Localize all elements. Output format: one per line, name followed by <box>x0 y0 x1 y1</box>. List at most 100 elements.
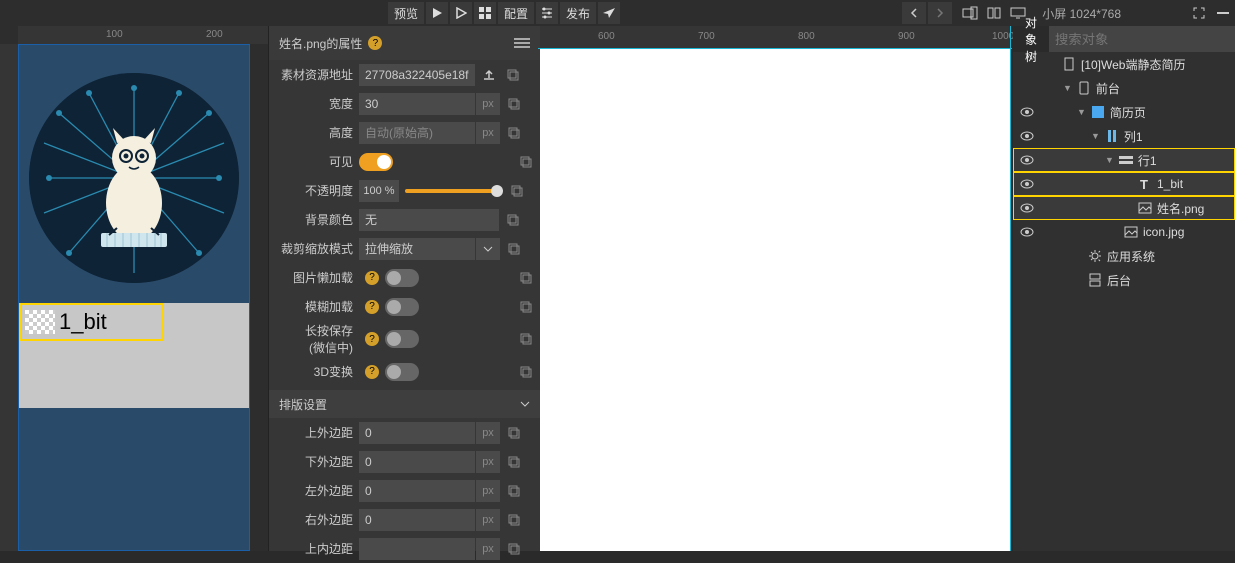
guide-line-h <box>538 48 1012 49</box>
panel-title: 姓名.png的属性 <box>279 35 362 52</box>
help-icon[interactable]: ? <box>365 332 379 346</box>
copy-icon[interactable] <box>507 181 527 201</box>
margin-bottom-input[interactable] <box>359 451 475 473</box>
viewport-label[interactable]: 小屏 1024*768 <box>1036 5 1127 22</box>
tree-item-app-system[interactable]: 应用系统 <box>1013 244 1235 268</box>
tree-search-input[interactable] <box>1049 26 1235 52</box>
upload-icon[interactable] <box>479 65 499 85</box>
help-icon[interactable]: ? <box>365 365 379 379</box>
tree-item-col1[interactable]: ▼ 列1 <box>1013 124 1235 148</box>
height-input[interactable] <box>359 122 475 144</box>
expand-icon[interactable] <box>1187 2 1211 24</box>
play-outline-icon[interactable] <box>450 2 472 24</box>
send-icon[interactable] <box>598 2 620 24</box>
split-h-icon[interactable] <box>982 2 1006 24</box>
unit-px[interactable]: px <box>476 122 500 144</box>
opacity-input[interactable] <box>359 180 399 202</box>
tree-expand-icon[interactable]: ▼ <box>1105 155 1114 165</box>
copy-icon[interactable] <box>516 329 536 349</box>
copy-icon[interactable] <box>516 297 536 317</box>
tree-item-row1[interactable]: ▼ 行1 <box>1013 148 1235 172</box>
blur-load-toggle[interactable] <box>385 298 419 316</box>
copy-icon[interactable] <box>504 481 524 501</box>
unit-px[interactable]: px <box>476 451 500 473</box>
copy-icon[interactable] <box>516 362 536 382</box>
label-3d-transform: 3D变换 <box>273 363 359 380</box>
minimize-icon[interactable] <box>1211 2 1235 24</box>
copy-icon[interactable] <box>504 539 524 559</box>
copy-icon[interactable] <box>503 210 523 230</box>
tree-item-1bit[interactable]: T 1_bit <box>1013 172 1235 196</box>
main-canvas[interactable] <box>540 48 1010 551</box>
unit-px[interactable]: px <box>476 93 500 115</box>
tree-item-front[interactable]: ▼ 前台 <box>1013 76 1235 100</box>
width-input[interactable] <box>359 93 475 115</box>
copy-icon[interactable] <box>504 123 524 143</box>
unit-px[interactable]: px <box>476 509 500 531</box>
canvas-stage[interactable]: 1_bit <box>18 44 250 551</box>
publish-button[interactable]: 发布 <box>560 2 596 24</box>
eye-icon[interactable] <box>1013 107 1041 117</box>
label-margin-bottom: 下外边距 <box>273 453 359 470</box>
asset-url-input[interactable] <box>359 64 475 86</box>
opacity-slider[interactable] <box>405 189 497 193</box>
transform3d-toggle[interactable] <box>385 363 419 381</box>
unit-px[interactable]: px <box>476 538 500 560</box>
tree-item-back[interactable]: 后台 <box>1013 268 1235 292</box>
nav-prev-icon[interactable] <box>902 2 926 24</box>
tree-item-icon-jpg[interactable]: icon.jpg <box>1013 220 1235 244</box>
tree-expand-icon[interactable]: ▼ <box>1077 107 1086 117</box>
help-icon[interactable]: ? <box>368 36 382 50</box>
copy-icon[interactable] <box>504 423 524 443</box>
scale-mode-select[interactable]: 拉伸缩放 <box>359 238 475 260</box>
sliders-icon[interactable] <box>536 2 558 24</box>
margin-left-input[interactable] <box>359 480 475 502</box>
image-placeholder-box[interactable] <box>25 310 55 334</box>
avatar-image[interactable] <box>29 73 239 283</box>
help-icon[interactable]: ? <box>365 300 379 314</box>
copy-icon[interactable] <box>504 94 524 114</box>
margin-right-input[interactable] <box>359 509 475 531</box>
copy-icon[interactable] <box>504 452 524 472</box>
copy-icon[interactable] <box>516 268 536 288</box>
mid-ruler: 600 700 800 900 1000 <box>540 26 1010 48</box>
margin-top-input[interactable] <box>359 422 475 444</box>
chevron-down-icon[interactable] <box>476 238 500 260</box>
help-icon[interactable]: ? <box>365 271 379 285</box>
play-icon[interactable] <box>426 2 448 24</box>
grid-icon[interactable] <box>474 2 496 24</box>
tree-tab[interactable]: 对象树 <box>1013 26 1049 52</box>
unit-px[interactable]: px <box>476 422 500 444</box>
eye-icon[interactable] <box>1013 179 1041 189</box>
eye-icon[interactable] <box>1013 155 1041 165</box>
unit-px[interactable]: px <box>476 480 500 502</box>
copy-icon[interactable] <box>504 510 524 530</box>
visible-toggle[interactable] <box>359 153 393 171</box>
lazy-load-toggle[interactable] <box>385 269 419 287</box>
ruler-horizontal: 100 200 <box>18 26 268 44</box>
label-1bit[interactable]: 1_bit <box>59 309 107 335</box>
tree-item-page[interactable]: ▼ 简历页 <box>1013 100 1235 124</box>
tree-item-name-png[interactable]: 姓名.png <box>1013 196 1235 220</box>
long-press-toggle[interactable] <box>385 330 419 348</box>
device-toggle-icon[interactable] <box>958 2 982 24</box>
selected-element-frame[interactable]: 1_bit <box>19 303 164 341</box>
copy-icon[interactable] <box>503 65 523 85</box>
nav-next-icon[interactable] <box>928 2 952 24</box>
config-button[interactable]: 配置 <box>498 2 534 24</box>
tree-expand-icon[interactable]: ▼ <box>1091 131 1100 141</box>
eye-icon[interactable] <box>1013 203 1041 213</box>
eye-icon[interactable] <box>1013 131 1041 141</box>
copy-icon[interactable] <box>516 152 536 172</box>
copy-icon[interactable] <box>504 239 524 259</box>
tree-expand-icon[interactable]: ▼ <box>1063 83 1072 93</box>
padding-top-input[interactable] <box>359 538 475 560</box>
eye-icon[interactable] <box>1013 227 1041 237</box>
menu-icon[interactable] <box>514 36 530 50</box>
ruler-vertical <box>0 44 18 551</box>
bgcolor-value[interactable]: 无 <box>359 209 499 231</box>
tree-item-root[interactable]: [10]Web端静态简历 <box>1013 52 1235 76</box>
row-icon <box>1118 153 1134 167</box>
preview-button[interactable]: 预览 <box>388 2 424 24</box>
section-layout-header[interactable]: 排版设置 <box>269 390 540 418</box>
